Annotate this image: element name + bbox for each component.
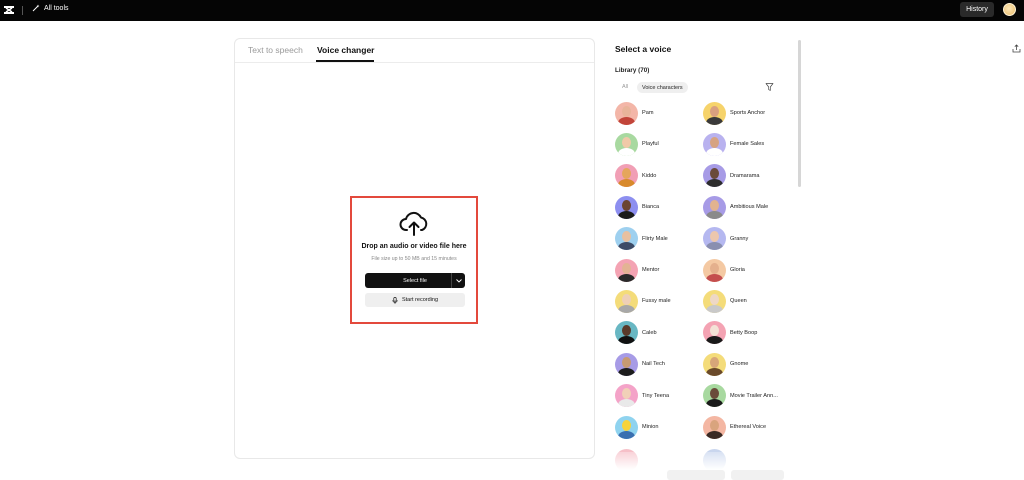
- voice-name: Fussy male: [642, 298, 671, 305]
- select-file-label: Select file: [403, 277, 427, 284]
- voice-avatar: [615, 195, 638, 219]
- dropzone-title: Drop an audio or video file here: [361, 243, 467, 250]
- voice-avatar: [615, 227, 638, 251]
- voice-name: Flirty Male: [642, 235, 668, 242]
- voice-name: Queen: [730, 298, 747, 305]
- voice-item[interactable]: Queen: [703, 288, 788, 314]
- filter-icon[interactable]: [765, 82, 774, 92]
- voice-avatar: [703, 195, 726, 219]
- voice-item[interactable]: Minion: [615, 414, 700, 440]
- voice-name: Granny: [730, 235, 749, 242]
- voice-item[interactable]: Bianca: [615, 194, 700, 220]
- dropzone-subtitle: File size up to 50 MB and 15 minutes: [371, 256, 457, 262]
- voice-panel-title: Select a voice: [615, 44, 672, 54]
- voice-item[interactable]: Ethereal Voice: [703, 414, 788, 440]
- voice-avatar: [703, 384, 726, 408]
- tab-voice-changer[interactable]: Voice changer: [317, 45, 374, 55]
- voice-name: Gloria: [730, 267, 745, 273]
- voice-avatar: [615, 164, 638, 188]
- voice-name: Sports Anchor: [730, 110, 766, 116]
- voice-avatar: [703, 258, 726, 282]
- voice-item[interactable]: Nail Tech: [615, 351, 700, 377]
- voice-item[interactable]: Gloria: [703, 257, 788, 283]
- voice-item[interactable]: Dramarama: [703, 163, 788, 189]
- panel-action-button[interactable]: [731, 470, 784, 480]
- voice-name: Minion: [642, 424, 659, 430]
- chevron-down-icon: [455, 278, 462, 283]
- voice-name: Caleb: [642, 329, 657, 336]
- voice-item[interactable]: Pam: [615, 100, 700, 126]
- select-file-button[interactable]: Select file: [365, 273, 465, 288]
- voice-item[interactable]: Ambitious Male: [703, 194, 788, 220]
- voice-avatar: [703, 289, 726, 313]
- voice-item[interactable]: Caleb: [615, 320, 700, 346]
- voice-item[interactable]: Fussy male: [615, 288, 700, 314]
- voice-name: Tiny Teena: [642, 392, 670, 399]
- voice-avatar: [615, 101, 638, 125]
- tab-bar: Text to speech Voice changer: [235, 39, 594, 63]
- voice-name: Ambitious Male: [730, 204, 769, 211]
- active-tab-indicator: [316, 60, 374, 62]
- voice-name: Gnome: [730, 361, 749, 368]
- voice-avatar: [703, 321, 726, 345]
- voice-name: Dramarama: [730, 172, 760, 179]
- voice-name: Betty Boop: [730, 329, 758, 336]
- voice-name: Movie Trailer Ann...: [730, 392, 778, 399]
- voice-avatar: [615, 321, 638, 345]
- voice-item[interactable]: Gnome: [703, 351, 788, 377]
- start-recording-label: Start recording: [401, 297, 439, 303]
- select-file-dropdown[interactable]: [451, 273, 465, 288]
- voice-item[interactable]: Granny: [703, 226, 788, 252]
- voice-item[interactable]: Betty Boop: [703, 320, 788, 346]
- voice-avatar: [703, 352, 726, 376]
- panel-action-button[interactable]: [667, 470, 725, 480]
- voice-name: Playful: [642, 141, 659, 148]
- voice-item[interactable]: Tiny Teena: [615, 383, 700, 409]
- voice-list-scrollbar[interactable]: [798, 40, 801, 187]
- voice-name: Mentor: [642, 267, 660, 273]
- voice-item[interactable]: Female Sales: [703, 131, 788, 157]
- magic-wand-icon: [32, 4, 40, 12]
- voice-name: Female Sales: [730, 141, 765, 148]
- voice-avatar: [703, 132, 726, 156]
- voice-avatar: [703, 415, 726, 439]
- voice-avatar: [703, 101, 726, 125]
- voice-item[interactable]: Kiddo: [615, 163, 700, 189]
- logo-icon[interactable]: [3, 4, 15, 16]
- voice-item[interactable]: Sports Anchor: [703, 100, 788, 126]
- voice-name: Pam: [642, 110, 654, 116]
- upload-dropzone[interactable]: Drop an audio or video file here File si…: [350, 196, 478, 324]
- top-bar: All tools History: [0, 0, 1024, 21]
- voice-item[interactable]: Playful: [615, 131, 700, 157]
- user-avatar[interactable]: [1003, 3, 1016, 16]
- filter-all[interactable]: All: [622, 84, 628, 90]
- voice-name: Kiddo: [642, 172, 657, 179]
- voice-avatar: [615, 258, 638, 282]
- voice-avatar: [615, 384, 638, 408]
- tab-text-to-speech[interactable]: Text to speech: [248, 45, 303, 55]
- voice-avatar: [615, 289, 638, 313]
- voice-item[interactable]: Mentor: [615, 257, 700, 283]
- history-button[interactable]: History: [960, 2, 994, 17]
- voice-item[interactable]: Flirty Male: [615, 226, 700, 252]
- library-count: Library (70): [615, 67, 650, 74]
- upload-icon[interactable]: [1012, 44, 1021, 53]
- all-tools-button[interactable]: All tools: [32, 4, 69, 12]
- voice-avatar: [703, 164, 726, 188]
- voice-avatar: [703, 227, 726, 251]
- voice-name: Ethereal Voice: [730, 424, 767, 430]
- topbar-divider: [22, 6, 23, 15]
- voice-avatar: [615, 132, 638, 156]
- voice-item[interactable]: Movie Trailer Ann...: [703, 383, 788, 409]
- voice-name: Nail Tech: [642, 361, 665, 368]
- voice-avatar: [615, 415, 638, 439]
- filter-voice-characters[interactable]: Voice characters: [637, 82, 688, 93]
- voice-avatar: [615, 352, 638, 376]
- all-tools-label: All tools: [44, 4, 69, 12]
- voice-name: Bianca: [642, 204, 660, 211]
- cloud-upload-icon: [399, 211, 428, 236]
- start-recording-button[interactable]: Start recording: [365, 293, 465, 307]
- microphone-icon: [392, 296, 398, 304]
